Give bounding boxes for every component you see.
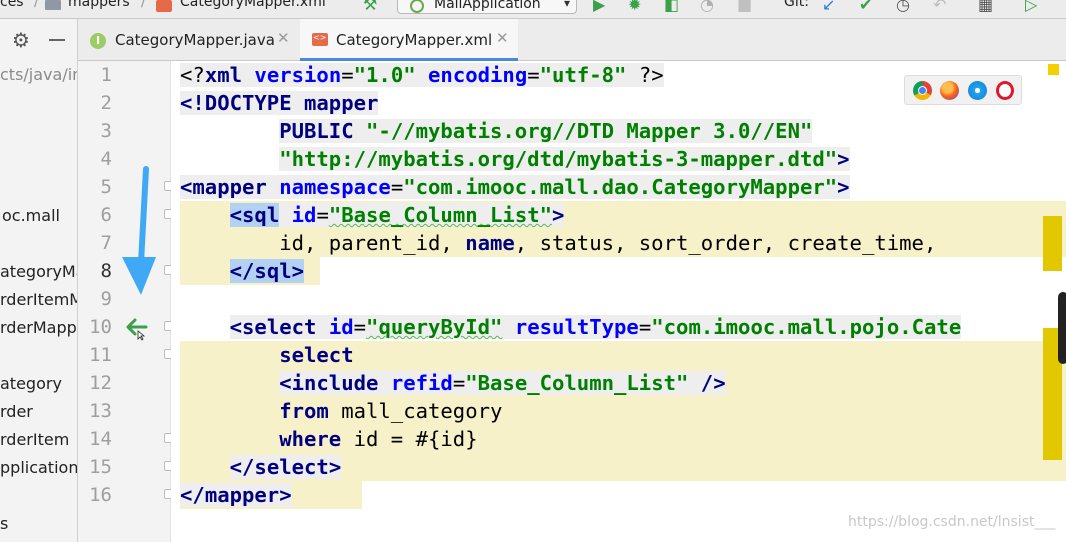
line-number: 15: [89, 456, 112, 478]
breadcrumb-file[interactable]: CategoryMapper.xml: [180, 0, 326, 10]
code-line-1: <?xml version="1.0" encoding="utf-8" ?>: [180, 63, 664, 87]
firefox-icon[interactable]: [940, 81, 959, 100]
project-tree-item[interactable]: rderItem: [0, 430, 69, 449]
project-tree-item[interactable]: rder: [0, 402, 33, 421]
project-tree-item[interactable]: ategory: [0, 374, 62, 393]
breadcrumb-partial[interactable]: ces: [0, 0, 24, 10]
code-line-6: <sql id="Base_Column_List">: [229, 203, 565, 227]
coverage-icon[interactable]: ◧: [664, 0, 679, 14]
code-line-16: </mapper>: [180, 483, 292, 507]
line-number: 9: [100, 288, 112, 310]
open-in-browser-popup: [904, 75, 1022, 105]
error-stripe-mark[interactable]: [1043, 216, 1062, 271]
analysis-status-icon[interactable]: [1048, 64, 1059, 75]
code-line-4: "http://mybatis.org/dtd/mybatis-3-mapper…: [279, 147, 850, 171]
structure-icon[interactable]: ▦: [978, 0, 993, 14]
watermark: https://blog.csdn.net/lnsist___: [848, 514, 1056, 530]
tab-category-mapper-java[interactable]: I CategoryMapper.java ✕: [78, 19, 300, 60]
interface-icon: I: [90, 33, 106, 49]
project-tree-item[interactable]: s: [0, 514, 8, 533]
line-number: 10: [89, 316, 112, 338]
vcs-commit-icon[interactable]: ✔: [859, 0, 872, 14]
tab-label: CategoryMapper.xml: [336, 31, 493, 49]
project-tree-item[interactable]: pplication: [0, 458, 77, 477]
run-configuration-select[interactable]: MallApplication ▾: [397, 0, 577, 14]
debug-icon[interactable]: ✹: [628, 0, 641, 14]
line-number: 6: [100, 204, 112, 226]
editor-tab-bar: I CategoryMapper.java ✕ CategoryMapper.x…: [78, 19, 1066, 61]
scrollbar-thumb[interactable]: [1058, 292, 1066, 364]
line-number: 11: [89, 344, 112, 366]
line-number: 14: [89, 428, 112, 450]
collapse-icon[interactable]: [49, 39, 65, 41]
close-icon[interactable]: ✕: [496, 29, 509, 47]
code-line-2: <!DOCTYPE mapper: [180, 91, 379, 115]
chrome-icon[interactable]: [913, 81, 932, 100]
profile-icon[interactable]: ◔: [700, 0, 714, 14]
project-tree-item[interactable]: rderItemM: [0, 290, 77, 309]
tab-label: CategoryMapper.java: [115, 31, 275, 49]
code-line-11: select: [279, 343, 354, 367]
run-configuration-label: MallApplication: [434, 0, 541, 12]
breadcrumb-separator: /: [34, 0, 39, 10]
git-label: Git:: [784, 0, 809, 10]
stop-icon[interactable]: ■: [737, 0, 752, 14]
vcs-update-icon[interactable]: ↙: [822, 0, 835, 14]
line-number: 12: [89, 372, 112, 394]
xml-file-icon: [156, 0, 172, 12]
project-panel: ⚙ cts/java/in oc.mall ategoryMa rderItem…: [0, 19, 78, 542]
code-editor[interactable]: <?xml version="1.0" encoding="utf-8" ?> …: [171, 61, 1066, 542]
breadcrumb-separator: /: [141, 0, 146, 10]
code-line-13: from mall_category: [279, 399, 503, 423]
safari-icon[interactable]: [968, 81, 987, 100]
code-line-5: <mapper namespace="com.imooc.mall.dao.Ca…: [180, 175, 850, 199]
preview-icon[interactable]: ▷: [1025, 0, 1037, 14]
code-line-8: </sql>: [229, 259, 305, 283]
code-line-10: <select id="queryById" resultType="com.i…: [229, 315, 962, 339]
annotation-arrow-icon: [122, 166, 156, 295]
navigate-arrow-icon[interactable]: [122, 313, 152, 341]
code-line-15: </select>: [229, 455, 342, 479]
code-line-12: <include refid="Base_Column_List" />: [279, 371, 726, 395]
project-panel-header: ⚙: [0, 19, 77, 59]
line-number: 5: [100, 176, 112, 198]
code-line-3: PUBLIC "-//mybatis.org//DTD Mapper 3.0//…: [279, 119, 813, 143]
line-number-current: 8: [100, 260, 112, 282]
xml-file-icon: [312, 33, 328, 46]
line-number: 7: [100, 232, 112, 254]
line-number: 16: [89, 484, 112, 506]
folder-icon: [45, 0, 61, 10]
run-icon[interactable]: ▶: [593, 0, 605, 14]
chevron-down-icon: ▾: [563, 0, 570, 10]
hammer-icon[interactable]: ⚒: [363, 0, 377, 14]
project-tree-item[interactable]: rderMappe: [0, 318, 77, 337]
gear-icon[interactable]: ⚙: [12, 28, 30, 52]
main-toolbar: ces / mappers / CategoryMapper.xml ⚒ Mal…: [0, 0, 1066, 19]
line-number: 2: [100, 92, 112, 114]
project-tree-item[interactable]: oc.mall: [2, 206, 60, 225]
line-number: 3: [100, 120, 112, 142]
spring-boot-icon: [410, 0, 424, 13]
revert-icon[interactable]: ↶: [933, 0, 946, 14]
history-icon[interactable]: ◷: [896, 0, 910, 14]
project-tree-item[interactable]: ategoryMa: [0, 262, 77, 281]
line-number: 1: [100, 64, 112, 86]
line-number: 13: [89, 400, 112, 422]
tab-category-mapper-xml[interactable]: CategoryMapper.xml ✕: [300, 19, 518, 61]
close-icon[interactable]: ✕: [277, 29, 290, 47]
code-line-14: where id = #{id}: [279, 427, 478, 451]
breadcrumb-folder[interactable]: mappers: [68, 0, 130, 10]
project-tree-item[interactable]: cts/java/in: [0, 65, 77, 84]
line-number: 4: [100, 148, 112, 170]
code-line-7: id, parent_id, name, status, sort_order,…: [279, 231, 937, 255]
opera-icon[interactable]: [996, 81, 1014, 100]
